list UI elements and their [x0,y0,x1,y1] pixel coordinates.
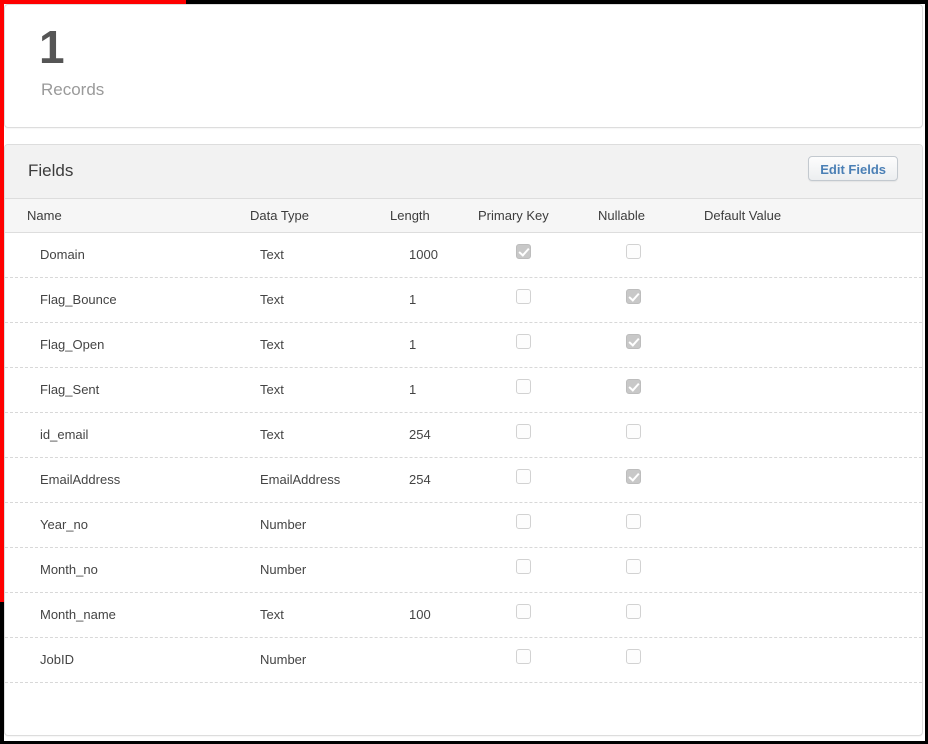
table-row[interactable]: Month_name Text 100 [5,593,922,638]
nullable-checkbox[interactable] [626,604,641,619]
window-frame: 1 Records Fields Edit Fields Name Data T… [0,0,928,744]
cell-field-name: Flag_Bounce [40,292,117,307]
cell-length: 100 [409,607,431,622]
table-row[interactable]: Year_no Number [5,503,922,548]
fields-title: Fields [28,161,74,180]
nullable-checkbox[interactable] [626,649,641,664]
fields-table-header: Name Data Type Length Primary Key Nullab… [5,199,922,233]
nullable-checkbox[interactable] [626,379,641,394]
edit-fields-button[interactable]: Edit Fields [808,156,898,181]
cell-field-name: Month_name [40,607,116,622]
nullable-checkbox[interactable] [626,469,641,484]
column-header-primary-key[interactable]: Primary Key [478,208,549,224]
primary-key-checkbox[interactable] [516,604,531,619]
cell-data-type: Number [260,652,307,667]
cell-data-type: Text [260,292,284,307]
nullable-checkbox[interactable] [626,424,641,439]
column-header-default-value[interactable]: Default Value [704,208,781,224]
cell-data-type: Text [260,607,284,622]
cell-data-type: Text [260,337,284,352]
column-header-data-type[interactable]: Data Type [250,208,309,224]
nullable-checkbox[interactable] [626,559,641,574]
column-header-nullable[interactable]: Nullable [598,208,645,224]
primary-key-checkbox[interactable] [516,379,531,394]
table-row[interactable]: id_email Text 254 [5,413,922,458]
primary-key-checkbox[interactable] [516,289,531,304]
fields-panel-header: Fields Edit Fields [5,145,922,199]
primary-key-checkbox[interactable] [516,424,531,439]
cell-data-type: Text [260,247,284,262]
cell-field-name: Month_no [40,562,98,577]
nullable-checkbox[interactable] [626,334,641,349]
left-accent-bar [0,4,4,602]
fields-panel: Fields Edit Fields Name Data Type Length… [4,144,923,736]
primary-key-checkbox[interactable] [516,244,531,259]
cell-data-type: Number [260,517,307,532]
nullable-checkbox[interactable] [626,244,641,259]
primary-key-checkbox[interactable] [516,334,531,349]
cell-field-name: Domain [40,247,85,262]
records-label: Records [41,80,105,99]
table-row[interactable]: Flag_Bounce Text 1 [5,278,922,323]
cell-field-name: Flag_Sent [40,382,100,397]
cell-length: 254 [409,472,431,487]
cell-field-name: id_email [40,427,89,442]
primary-key-checkbox[interactable] [516,649,531,664]
cell-length: 1 [409,337,417,352]
cell-length: 1000 [409,247,438,262]
nullable-checkbox[interactable] [626,514,641,529]
table-row[interactable]: Flag_Sent Text 1 [5,368,922,413]
cell-length: 1 [409,292,417,307]
nullable-checkbox[interactable] [626,289,641,304]
page-canvas: 1 Records Fields Edit Fields Name Data T… [4,4,925,741]
cell-data-type: Number [260,562,307,577]
primary-key-checkbox[interactable] [516,559,531,574]
records-count: 1 [39,21,65,73]
cell-length: 1 [409,382,417,397]
column-header-length[interactable]: Length [390,208,430,224]
table-row[interactable]: Flag_Open Text 1 [5,323,922,368]
primary-key-checkbox[interactable] [516,469,531,484]
table-row[interactable]: EmailAddress EmailAddress 254 [5,458,922,503]
column-header-name[interactable]: Name [27,208,62,224]
cell-data-type: Text [260,427,284,442]
cell-field-name: JobID [40,652,74,667]
cell-field-name: EmailAddress [40,472,121,487]
primary-key-checkbox[interactable] [516,514,531,529]
cell-field-name: Year_no [40,517,88,532]
cell-length: 254 [409,427,431,442]
cell-data-type: EmailAddress [260,472,341,487]
fields-table-body: Domain Text 1000 Flag_Bounce Text 1 Flag_Open T… [5,233,922,683]
table-row[interactable]: Domain Text 1000 [5,233,922,278]
table-row[interactable]: JobID Number [5,638,922,683]
records-summary-card: 1 Records [4,4,923,128]
cell-field-name: Flag_Open [40,337,105,352]
cell-data-type: Text [260,382,284,397]
top-accent-bar [0,0,186,4]
table-row[interactable]: Month_no Number [5,548,922,593]
